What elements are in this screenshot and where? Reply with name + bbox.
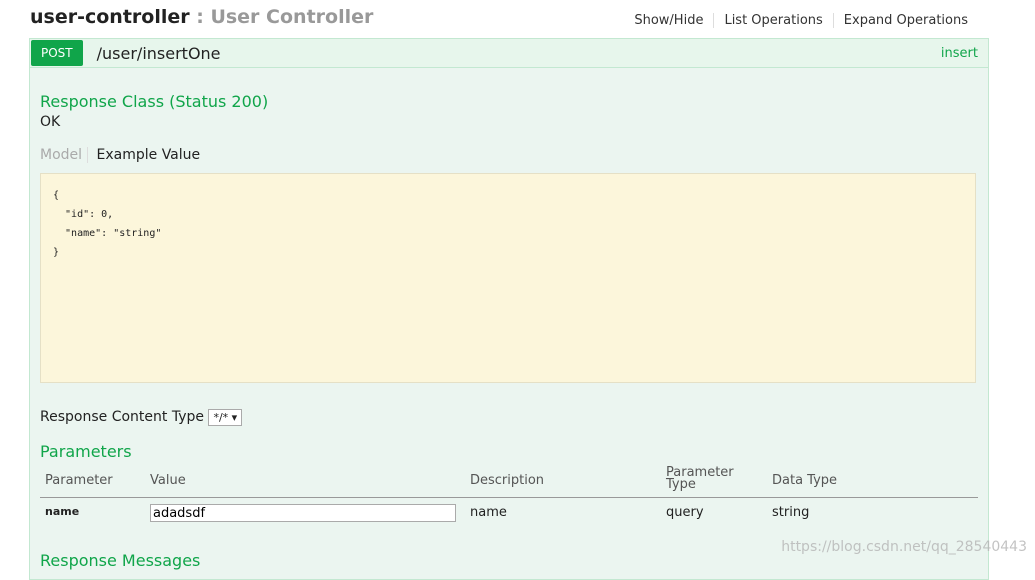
param-description: name	[470, 505, 507, 520]
table-divider	[40, 497, 978, 498]
response-messages-title: Response Messages	[40, 551, 201, 570]
resource-title[interactable]: user-controller : User Controller	[30, 6, 373, 28]
response-class-title: Response Class (Status 200)	[40, 92, 269, 111]
method-badge: POST	[31, 40, 83, 66]
parameters-title: Parameters	[40, 442, 132, 461]
tab-example-value[interactable]: Example Value	[93, 147, 201, 163]
content-type-label: Response Content Type	[40, 409, 204, 425]
operation-panel: POST /user/insertOne insert Response Cla…	[29, 38, 989, 580]
header-description: Description	[470, 473, 545, 488]
expand-operations-link[interactable]: Expand Operations	[832, 13, 978, 28]
header-parameter: Parameter	[45, 473, 113, 488]
operation-heading[interactable]: POST /user/insertOne insert	[30, 39, 988, 68]
operation-summary[interactable]: insert	[941, 46, 978, 61]
param-value-input[interactable]	[150, 504, 456, 522]
list-operations-link[interactable]: List Operations	[713, 13, 832, 28]
response-class-text: OK	[40, 114, 61, 130]
param-data-type: string	[772, 505, 810, 520]
param-name: name	[45, 505, 80, 518]
header-parameter-type: Parameter Type	[666, 465, 734, 492]
resource-links: Show/Hide List Operations Expand Operati…	[624, 13, 978, 28]
tab-model[interactable]: Model	[40, 147, 89, 163]
example-value-code[interactable]: { "id": 0, "name": "string" }	[40, 173, 976, 383]
param-type: query	[666, 505, 704, 520]
response-content-type: Response Content Type */* ▾	[40, 409, 243, 426]
content-type-select[interactable]: */* ▾	[208, 409, 243, 426]
watermark: https://blog.csdn.net/qq_28540443	[781, 539, 1027, 555]
operation-path[interactable]: /user/insertOne	[97, 44, 221, 63]
header-data-type: Data Type	[772, 473, 838, 488]
header-value: Value	[150, 473, 186, 488]
show-hide-link[interactable]: Show/Hide	[624, 13, 713, 28]
